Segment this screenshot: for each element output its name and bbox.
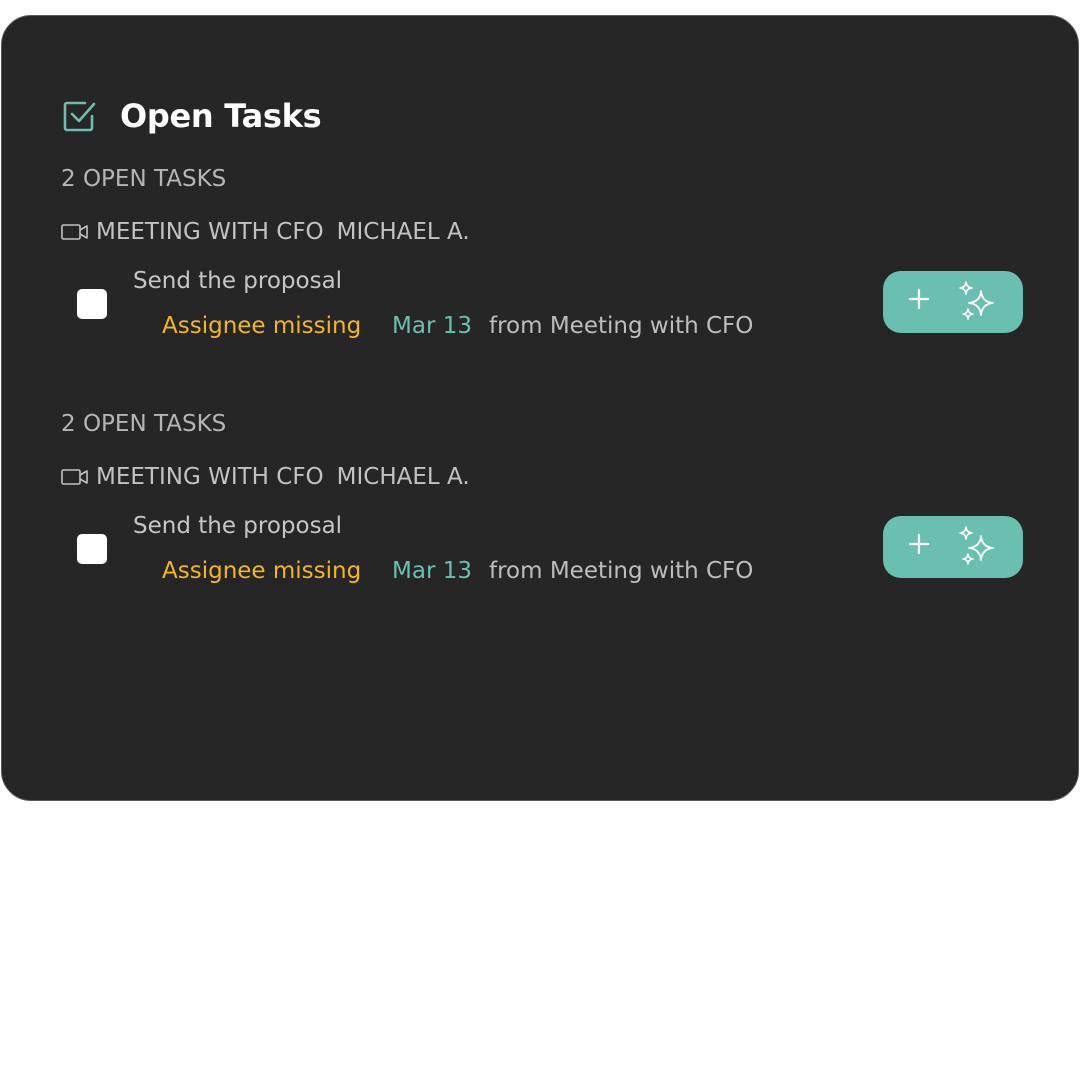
meeting-title: MEETING WITH CFO: [96, 464, 324, 490]
task-action-button[interactable]: [883, 271, 1023, 333]
video-camera-icon: [61, 224, 88, 240]
due-date[interactable]: Mar 13: [392, 313, 472, 339]
meeting-person: MICHAEL A.: [336, 219, 470, 245]
assignee-status[interactable]: Assignee missing: [162, 313, 361, 339]
sparkle-icon: [959, 526, 994, 565]
task-title[interactable]: Send the proposal: [133, 268, 342, 294]
task-row: Send the proposal Assignee missing Mar 1…: [61, 513, 1023, 603]
sparkle-icon: [959, 281, 994, 320]
task-checkbox[interactable]: [77, 289, 107, 319]
plus-icon: [908, 288, 930, 310]
task-title[interactable]: Send the proposal: [133, 513, 342, 539]
task-checkbox[interactable]: [77, 534, 107, 564]
meeting-header[interactable]: MEETING WITH CFO MICHAEL A.: [61, 464, 470, 490]
open-tasks-count: 2 OPEN TASKS: [61, 411, 227, 437]
panel-header: Open Tasks: [61, 84, 322, 148]
task-row: Send the proposal Assignee missing Mar 1…: [61, 268, 1023, 358]
video-camera-icon: [61, 469, 88, 485]
task-source: from Meeting with CFO: [489, 558, 754, 584]
assignee-status[interactable]: Assignee missing: [162, 558, 361, 584]
meeting-header[interactable]: MEETING WITH CFO MICHAEL A.: [61, 219, 470, 245]
task-source: from Meeting with CFO: [489, 313, 754, 339]
plus-icon: [908, 533, 930, 555]
task-action-button[interactable]: [883, 516, 1023, 578]
due-date[interactable]: Mar 13: [392, 558, 472, 584]
checkbox-checked-icon: [63, 101, 96, 132]
open-tasks-count: 2 OPEN TASKS: [61, 166, 227, 192]
meeting-person: MICHAEL A.: [336, 464, 470, 490]
meeting-title: MEETING WITH CFO: [96, 219, 324, 245]
page-title: Open Tasks: [120, 97, 322, 135]
open-tasks-panel: Open Tasks 2 OPEN TASKS MEETING WITH CFO…: [1, 15, 1079, 801]
